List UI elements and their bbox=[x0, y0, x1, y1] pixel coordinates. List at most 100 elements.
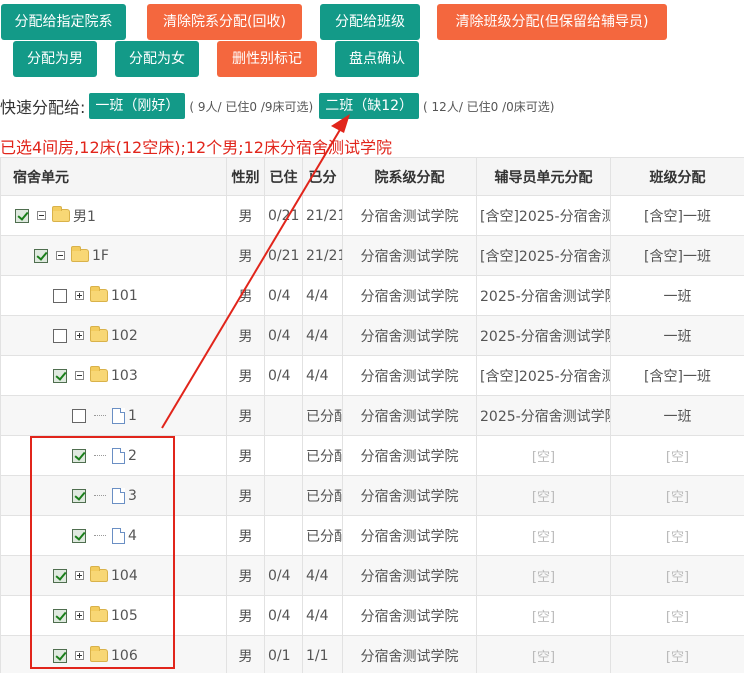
dorm-unit-name: 105 bbox=[111, 607, 138, 624]
table-row[interactable]: 101 男 0/4 4/4 分宿舍测试学院 2025-分宿舍测试学院 一班 bbox=[0, 275, 744, 316]
lived-cell: 0/4 bbox=[264, 555, 303, 596]
college-cell: 分宿舍测试学院 bbox=[342, 355, 477, 396]
gender-cell: 男 bbox=[226, 235, 265, 276]
college-cell: 分宿舍测试学院 bbox=[342, 635, 477, 673]
dorm-unit-cell: 104 bbox=[0, 555, 227, 596]
gender-cell: 男 bbox=[226, 515, 265, 556]
row-checkbox[interactable] bbox=[53, 368, 67, 383]
row-checkbox[interactable] bbox=[72, 488, 86, 503]
row-checkbox[interactable] bbox=[53, 608, 67, 623]
quick-assign-class2-button[interactable]: 二班（缺12） bbox=[319, 93, 420, 119]
dorm-unit-name: 1F bbox=[92, 247, 109, 264]
row-checkbox[interactable] bbox=[72, 528, 86, 543]
table-row[interactable]: 1 男已分配分宿舍测试学院2025-分宿舍测试学院一班 bbox=[0, 395, 744, 436]
expand-icon[interactable] bbox=[75, 571, 84, 580]
table-row[interactable]: 2男已分配分宿舍测试学院[空][空] bbox=[0, 435, 744, 476]
tree-line bbox=[94, 535, 106, 536]
collapse-icon[interactable] bbox=[56, 251, 65, 260]
counselor-cell: [空] bbox=[476, 635, 611, 673]
folder-icon bbox=[90, 606, 108, 622]
college-cell: 分宿舍测试学院 bbox=[342, 595, 477, 636]
assigned-cell: 4/4 bbox=[302, 275, 343, 316]
table-row[interactable]: 男1 男0/2121/21分宿舍测试学院[含空]2025-分宿舍测试学院[含空]一… bbox=[0, 195, 744, 236]
table-row[interactable]: 105 男 0/4 4/4 分宿舍测试学院 [空] [空] bbox=[0, 595, 744, 636]
tree-line bbox=[94, 455, 106, 456]
header-college: 院系级分配 bbox=[342, 157, 477, 196]
dorm-unit-name: 103 bbox=[111, 367, 138, 384]
collapse-icon[interactable] bbox=[37, 211, 46, 220]
row-checkbox[interactable] bbox=[72, 448, 86, 463]
row-checkbox[interactable] bbox=[53, 328, 67, 343]
header-class: 班级分配 bbox=[610, 157, 744, 196]
counselor-cell: [含空]2025-分宿舍测试学院 bbox=[476, 195, 611, 236]
assigned-cell: 4/4 bbox=[302, 315, 343, 356]
gender-cell: 男 bbox=[226, 395, 265, 436]
table-row[interactable]: 102 男 0/4 4/4 分宿舍测试学院 2025-分宿舍测试学院 一班 bbox=[0, 315, 744, 356]
dorm-unit-cell: 3 bbox=[0, 475, 227, 516]
class-cell: 一班 bbox=[610, 395, 744, 436]
expand-icon[interactable] bbox=[75, 611, 84, 620]
expand-icon[interactable] bbox=[75, 331, 84, 340]
assigned-cell: 已分配 bbox=[302, 395, 343, 436]
assign-male-button[interactable]: 分配为男 bbox=[13, 41, 97, 77]
folder-icon bbox=[90, 566, 108, 582]
assign-female-button[interactable]: 分配为女 bbox=[115, 41, 199, 77]
gender-cell: 男 bbox=[226, 555, 265, 596]
clear-college-button[interactable]: 清除院系分配(回收) bbox=[147, 4, 302, 40]
lived-cell: 0/4 bbox=[264, 355, 303, 396]
lived-cell: 0/4 bbox=[264, 275, 303, 316]
row-checkbox[interactable] bbox=[53, 648, 67, 663]
assigned-cell: 21/21 bbox=[302, 235, 343, 276]
counselor-cell: 2025-分宿舍测试学院 bbox=[476, 315, 611, 356]
row-checkbox[interactable] bbox=[53, 568, 67, 583]
class-cell: [含空]一班 bbox=[610, 235, 744, 276]
row-checkbox[interactable] bbox=[72, 408, 86, 423]
expand-icon[interactable] bbox=[75, 291, 84, 300]
table-row[interactable]: 106 男 0/1 1/1 分宿舍测试学院 [空] [空] bbox=[0, 635, 744, 673]
dorm-unit-cell: 4 bbox=[0, 515, 227, 556]
class-cell: 一班 bbox=[610, 315, 744, 356]
expand-icon[interactable] bbox=[75, 651, 84, 660]
row-checkbox[interactable] bbox=[15, 208, 29, 223]
table-row[interactable]: 1F 男0/2121/21分宿舍测试学院[含空]2025-分宿舍测试学院[含空]一… bbox=[0, 235, 744, 276]
collapse-icon[interactable] bbox=[75, 371, 84, 380]
assigned-cell: 4/4 bbox=[302, 595, 343, 636]
table-row[interactable]: 3男已分配分宿舍测试学院[空][空] bbox=[0, 475, 744, 516]
dorm-unit-cell: 2 bbox=[0, 435, 227, 476]
dorm-unit-name: 4 bbox=[128, 527, 137, 544]
lived-cell bbox=[264, 475, 303, 516]
assigned-cell: 4/4 bbox=[302, 555, 343, 596]
table-row[interactable]: 104 男 0/4 4/4 分宿舍测试学院 [空] [空] bbox=[0, 555, 744, 596]
table-row[interactable]: 103 男0/44/4分宿舍测试学院[含空]2025-分宿舍测试学院[含空]一班 bbox=[0, 355, 744, 396]
quick-assign-class1-button[interactable]: 一班（刚好） bbox=[89, 93, 186, 119]
dorm-unit-name: 104 bbox=[111, 567, 138, 584]
dorm-unit-name: 3 bbox=[128, 487, 137, 504]
assign-college-button[interactable]: 分配给指定院系 bbox=[1, 4, 126, 40]
delete-gender-button[interactable]: 删性别标记 bbox=[217, 41, 317, 77]
table-row[interactable]: 4男已分配分宿舍测试学院[空][空] bbox=[0, 515, 744, 556]
inventory-confirm-button[interactable]: 盘点确认 bbox=[335, 41, 419, 77]
counselor-cell: [空] bbox=[476, 515, 611, 556]
dorm-unit-cell: 105 bbox=[0, 595, 227, 636]
file-icon bbox=[112, 487, 125, 504]
college-cell: 分宿舍测试学院 bbox=[342, 315, 477, 356]
counselor-cell: [空] bbox=[476, 555, 611, 596]
assigned-cell: 21/21 bbox=[302, 195, 343, 236]
clear-class-button[interactable]: 清除班级分配(但保留给辅导员) bbox=[437, 4, 667, 40]
assigned-cell: 已分配 bbox=[302, 475, 343, 516]
dorm-unit-cell: 102 bbox=[0, 315, 227, 356]
dorm-unit-cell: 1 bbox=[0, 395, 227, 436]
row-checkbox[interactable] bbox=[53, 288, 67, 303]
assigned-cell: 4/4 bbox=[302, 355, 343, 396]
class-cell: [空] bbox=[610, 435, 744, 476]
lived-cell bbox=[264, 435, 303, 476]
gender-cell: 男 bbox=[226, 475, 265, 516]
header-counselor: 辅导员单元分配 bbox=[476, 157, 611, 196]
gender-cell: 男 bbox=[226, 595, 265, 636]
folder-icon bbox=[90, 366, 108, 382]
counselor-cell: [含空]2025-分宿舍测试学院 bbox=[476, 355, 611, 396]
college-cell: 分宿舍测试学院 bbox=[342, 235, 477, 276]
assign-class-button[interactable]: 分配给班级 bbox=[320, 4, 420, 40]
row-checkbox[interactable] bbox=[34, 248, 48, 263]
college-cell: 分宿舍测试学院 bbox=[342, 195, 477, 236]
